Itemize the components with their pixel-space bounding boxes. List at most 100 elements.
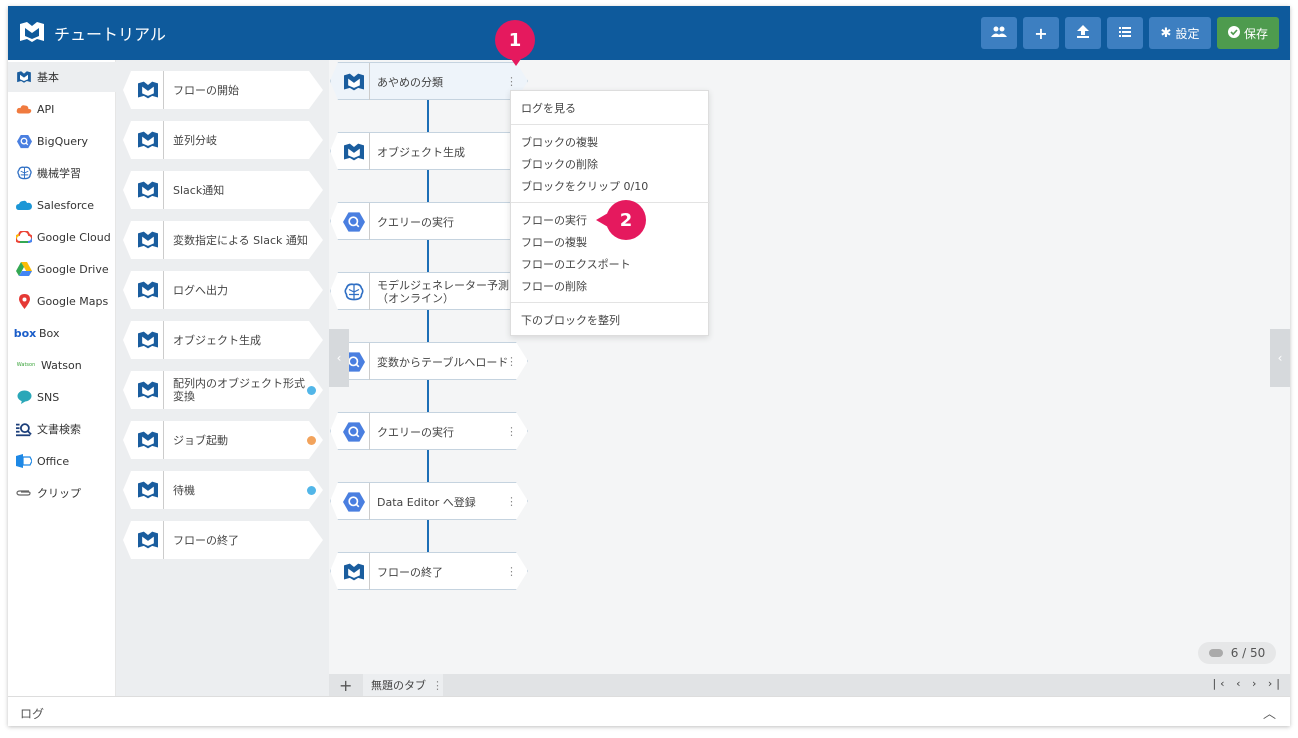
prev-page-icon[interactable]: ‹: [1236, 677, 1244, 690]
flow-connector: [427, 240, 429, 274]
palette-block-object-create[interactable]: オブジェクト生成: [123, 321, 323, 359]
menu-item-delete-flow[interactable]: フローの削除: [521, 278, 587, 294]
log-panel: ログ ︿: [8, 696, 1290, 726]
palette-block-slack-notify[interactable]: Slack通知: [123, 171, 323, 209]
sidebar-item-clip[interactable]: クリップ: [8, 478, 116, 508]
flow-node-data-editor-register[interactable]: Data Editor へ登録 ⋮: [330, 482, 528, 520]
palette-block-wait[interactable]: 待機: [123, 471, 323, 509]
last-page-icon[interactable]: ›|: [1268, 677, 1284, 690]
blocks-logo-icon: [135, 478, 161, 502]
sidebar-item-box[interactable]: box Box: [8, 318, 116, 348]
node-label-line2: （オンライン）: [377, 292, 454, 305]
step-badge-1: 1: [495, 20, 535, 60]
users-button[interactable]: [981, 17, 1017, 49]
menu-item-run-flow[interactable]: フローの実行: [521, 212, 587, 228]
tab-untitled[interactable]: 無題のタブ ⋮: [363, 674, 443, 696]
badge-pointer: [596, 213, 608, 227]
save-button[interactable]: 保存: [1217, 17, 1279, 49]
flow-tab-bar: + 無題のタブ ⋮ |‹ ‹ › ›|: [329, 674, 1290, 696]
block-label: オブジェクト生成: [173, 333, 261, 347]
kebab-menu-icon[interactable]: ⋮: [506, 75, 517, 88]
palette-block-array-object-convert[interactable]: 配列内のオブジェクト形式 変換: [123, 371, 323, 409]
upload-button[interactable]: [1065, 17, 1101, 49]
sidebar-item-google-maps[interactable]: Google Maps: [8, 286, 116, 316]
sidebar-item-label: Box: [39, 326, 60, 340]
menu-item-duplicate-block[interactable]: ブロックの複製: [521, 134, 598, 150]
sidebar-item-bigquery[interactable]: BigQuery: [8, 126, 116, 156]
menu-item-align-below[interactable]: 下のブロックを整列: [521, 312, 620, 328]
info-dot-icon: [307, 386, 316, 395]
first-page-icon[interactable]: |‹: [1212, 677, 1228, 690]
sidebar-item-google-cloud[interactable]: Google Cloud: [8, 222, 116, 252]
sidebar-item-salesforce[interactable]: Salesforce: [8, 190, 116, 220]
sidebar-item-label: クリップ: [37, 487, 81, 500]
sidebar-item-label: API: [37, 102, 55, 116]
gear-icon: ✱: [1160, 25, 1172, 41]
blocks-logo-icon: [135, 528, 161, 552]
sidebar-item-office[interactable]: Office: [8, 446, 116, 476]
menu-divider: [511, 202, 710, 203]
flow-node-variable-to-table-load[interactable]: 変数からテーブルへロード ⋮: [330, 342, 528, 380]
palette-block-log-output[interactable]: ログへ出力: [123, 271, 323, 309]
flow-node-model-generator-predict[interactable]: モデルジェネレーター予測 （オンライン）: [330, 272, 528, 310]
sidebar-item-label: Salesforce: [37, 198, 94, 212]
kebab-menu-icon[interactable]: ⋮: [506, 565, 517, 578]
flow-node-iris-classification[interactable]: あやめの分類 ⋮: [330, 62, 528, 100]
divider: [369, 63, 370, 101]
palette-block-parallel-branch[interactable]: 並列分岐: [123, 121, 323, 159]
menu-item-clip-block[interactable]: ブロックをクリップ 0/10: [521, 178, 648, 194]
flow-node-query-run[interactable]: クエリーの実行: [330, 202, 528, 240]
add-button[interactable]: +: [1023, 17, 1059, 49]
divider: [369, 203, 370, 241]
palette-block-flow-end[interactable]: フローの終了: [123, 521, 323, 559]
kebab-menu-icon[interactable]: ⋮: [432, 679, 443, 692]
right-panel-handle[interactable]: ‹: [1270, 329, 1290, 387]
menu-item-delete-block[interactable]: ブロックの削除: [521, 156, 598, 172]
chat-bubble-icon: [16, 389, 32, 405]
flow-node-flow-end[interactable]: フローの終了 ⋮: [330, 552, 528, 590]
bigquery-icon: [341, 209, 367, 235]
kebab-menu-icon[interactable]: ⋮: [506, 495, 517, 508]
sidebar-item-ml[interactable]: 機械学習: [8, 158, 116, 188]
warning-dot-icon: [307, 436, 316, 445]
check-circle-icon: [1227, 25, 1240, 41]
chevron-up-icon[interactable]: ︿: [1263, 703, 1276, 722]
paperclip-icon: [16, 485, 32, 501]
menu-item-export-flow[interactable]: フローのエクスポート: [521, 256, 631, 272]
palette-block-flow-start[interactable]: フローの開始: [123, 71, 323, 109]
next-page-icon[interactable]: ›: [1252, 677, 1260, 690]
menu-item-duplicate-flow[interactable]: フローの複製: [521, 234, 587, 250]
palette-block-job-start[interactable]: ジョブ起動: [123, 421, 323, 459]
list-button[interactable]: [1107, 17, 1143, 49]
add-tab-button[interactable]: +: [339, 676, 352, 695]
divider: [369, 133, 370, 171]
menu-item-view-log[interactable]: ログを見る: [521, 100, 576, 116]
kebab-menu-icon[interactable]: ⋮: [506, 355, 517, 368]
blocks-logo-icon: [341, 139, 367, 165]
clip-counter: 6 / 50: [1198, 642, 1276, 664]
blocks-logo-icon: [341, 559, 367, 585]
sidebar-item-watson[interactable]: Watson Watson: [8, 350, 116, 380]
divider: [369, 413, 370, 451]
sidebar-item-document-search[interactable]: 文書検索: [8, 414, 116, 444]
flow-node-query-run-2[interactable]: クエリーの実行 ⋮: [330, 412, 528, 450]
settings-button[interactable]: ✱ 設定: [1149, 17, 1211, 49]
block-label: ジョブ起動: [173, 433, 228, 447]
palette-collapse-handle[interactable]: ‹: [329, 329, 349, 387]
palette-block-slack-variable-notify[interactable]: 変数指定による Slack 通知: [123, 221, 323, 259]
sidebar-item-api[interactable]: API: [8, 94, 116, 124]
flow-node-object-create[interactable]: オブジェクト生成: [330, 132, 528, 170]
divider: [163, 171, 164, 209]
sidebar-item-google-drive[interactable]: Google Drive: [8, 254, 116, 284]
sidebar-item-sns[interactable]: SNS: [8, 382, 116, 412]
block-label: 並列分岐: [173, 133, 217, 147]
plus-icon: +: [1034, 23, 1048, 43]
pill-icon: [1208, 649, 1223, 657]
sidebar-item-basic[interactable]: 基本: [8, 62, 116, 92]
divider: [163, 521, 164, 559]
node-label: クエリーの実行: [377, 425, 454, 439]
block-label: 変数指定による Slack 通知: [173, 233, 308, 247]
kebab-menu-icon[interactable]: ⋮: [506, 425, 517, 438]
sidebar-item-label: SNS: [37, 390, 60, 404]
badge-pointer: [509, 56, 523, 66]
